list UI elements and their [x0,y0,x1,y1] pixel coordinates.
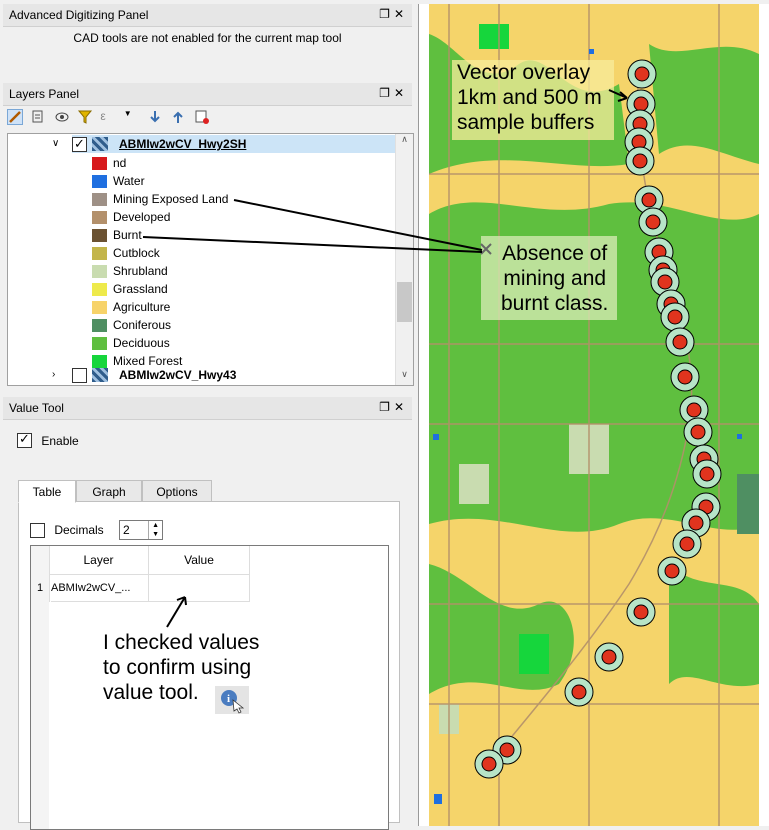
layer-visibility-checkbox[interactable] [72,135,87,153]
legend-label: Cutblock [113,246,160,260]
tab-options[interactable]: Options [142,480,212,502]
cad-message: CAD tools are not enabled for the curren… [73,31,342,45]
advanced-digitizing-panel: Advanced Digitizing Panel ❐✕ CAD tools a… [3,4,412,78]
close-icon[interactable]: ✕ [394,400,408,414]
layer-tree: ∨ ABMIw2wCV_Hwy2SH nd Water Mining Exposed… [7,133,414,386]
expand-all-icon[interactable] [147,109,163,125]
legend-swatch [92,175,107,188]
enable-checkbox[interactable] [17,431,32,449]
identify-info-icon: i [215,686,249,714]
legend-label: Deciduous [113,336,170,350]
decimals-label: Decimals [54,523,104,537]
legend-swatch [92,157,107,170]
dropdown-arrow-icon[interactable]: ▼ [124,109,140,125]
float-icon[interactable]: ❐ [379,86,394,100]
enable-label: Enable [41,433,79,448]
column-header-layer[interactable]: Layer [49,546,149,575]
legend-label: Burnt [113,228,142,242]
collapse-all-icon[interactable] [170,109,186,125]
legend-swatch [92,211,107,224]
scroll-up-icon[interactable]: ∧ [396,134,413,150]
value-tool-title: Value Tool [9,401,64,415]
legend-swatch [92,301,107,314]
annotation-arrow-icon [166,596,187,628]
legend-label: Mining Exposed Land [113,192,229,206]
legend-swatch [92,355,107,368]
legend-swatch [92,337,107,350]
annotation-line: to confirm using [103,656,252,679]
legend-label: Coniferous [113,318,172,332]
table-cell-layer[interactable]: ABMIw2wCV_... [51,575,149,602]
raster-layer-icon [92,368,108,382]
close-icon[interactable]: ✕ [394,7,408,21]
value-tool-titlebar: Value Tool ❐✕ [3,397,412,420]
row-number: 1 [36,582,44,594]
annotation-line: mining and [503,267,607,290]
legend-swatch [92,265,107,278]
scroll-down-icon[interactable]: ∨ [396,369,413,385]
layer-visibility-checkbox[interactable] [72,368,87,383]
legend-label: Agriculture [113,300,171,314]
tab-graph[interactable]: Graph [76,480,142,502]
spin-arrows-icon[interactable]: ▲ ▼ [148,521,162,539]
layers-panel: Layers Panel ❐✕ ε ▼ ∨ ABMIw2wCV_Hwy2SH n… [3,83,414,386]
decimals-spinbox[interactable]: 2 ▲ ▼ [119,520,164,540]
legend-label: Water [113,174,145,188]
legend-swatch [92,247,107,260]
map-canvas[interactable]: Vector overlay 1km and 500 m sample buff… [418,4,769,826]
style-brush-icon[interactable] [7,109,23,125]
row-header-filler [31,602,49,829]
enable-checkbox-row[interactable]: Enable [17,431,79,449]
layer-name: ABMIw2wCV_Hwy43 [119,368,237,382]
eye-icon[interactable] [54,109,70,125]
decimals-row: Decimals 2 ▲ ▼ [30,520,164,540]
legend-label: Developed [113,210,171,224]
annotation-vector-overlay: Vector overlay 1km and 500 m sample buff… [457,60,602,135]
remove-layer-icon[interactable] [194,109,210,125]
annotation-line: Absence of [502,242,608,265]
annotation-line: 1km and 500 m [457,86,602,109]
annotation-line: sample buffers [457,111,595,134]
filter-icon[interactable] [77,109,93,125]
raster-layer-icon [92,137,108,151]
legend-swatch [92,319,107,332]
legend-swatch [92,229,107,242]
chevron-right-icon[interactable]: › [52,366,55,384]
annotation-line: burnt class. [501,292,609,315]
layers-panel-title: Layers Panel [9,87,80,101]
annotation-line: I checked values [103,631,260,654]
annotation-line: Vector overlay [457,61,591,84]
decimals-value: 2 [123,523,130,537]
chevron-down-icon[interactable]: ∨ [52,135,59,153]
value-tool-panel: Value Tool ❐✕ Enable Table Graph Options… [3,397,412,830]
decimals-checkbox[interactable] [30,522,45,538]
tree-scrollbar[interactable]: ∧ ∨ [395,134,413,385]
adv-panel-title: Advanced Digitizing Panel [9,8,149,22]
layers-panel-titlebar: Layers Panel ❐✕ [3,83,412,106]
legend-label: Grassland [113,282,168,296]
float-icon[interactable]: ❐ [379,400,394,414]
annotation-absence: Absence of mining and burnt class. [501,241,608,316]
column-header-value[interactable]: Value [149,546,250,575]
legend-swatch [92,193,107,206]
svg-text:i: i [227,693,230,705]
float-icon[interactable]: ❐ [379,7,394,21]
close-icon[interactable]: ✕ [394,86,408,100]
legend-swatch [92,283,107,296]
layers-toolbar: ε ▼ [3,106,412,130]
layer-name: ABMIw2wCV_Hwy2SH [119,137,247,151]
legend-label: nd [113,156,127,170]
adv-panel-titlebar: Advanced Digitizing Panel ❐✕ [3,4,412,27]
filter-expression-icon[interactable]: ε [100,109,116,125]
add-group-icon[interactable] [30,109,46,125]
tab-table[interactable]: Table [18,480,76,503]
scroll-thumb[interactable] [397,282,412,322]
legend-label: Shrubland [113,264,168,278]
